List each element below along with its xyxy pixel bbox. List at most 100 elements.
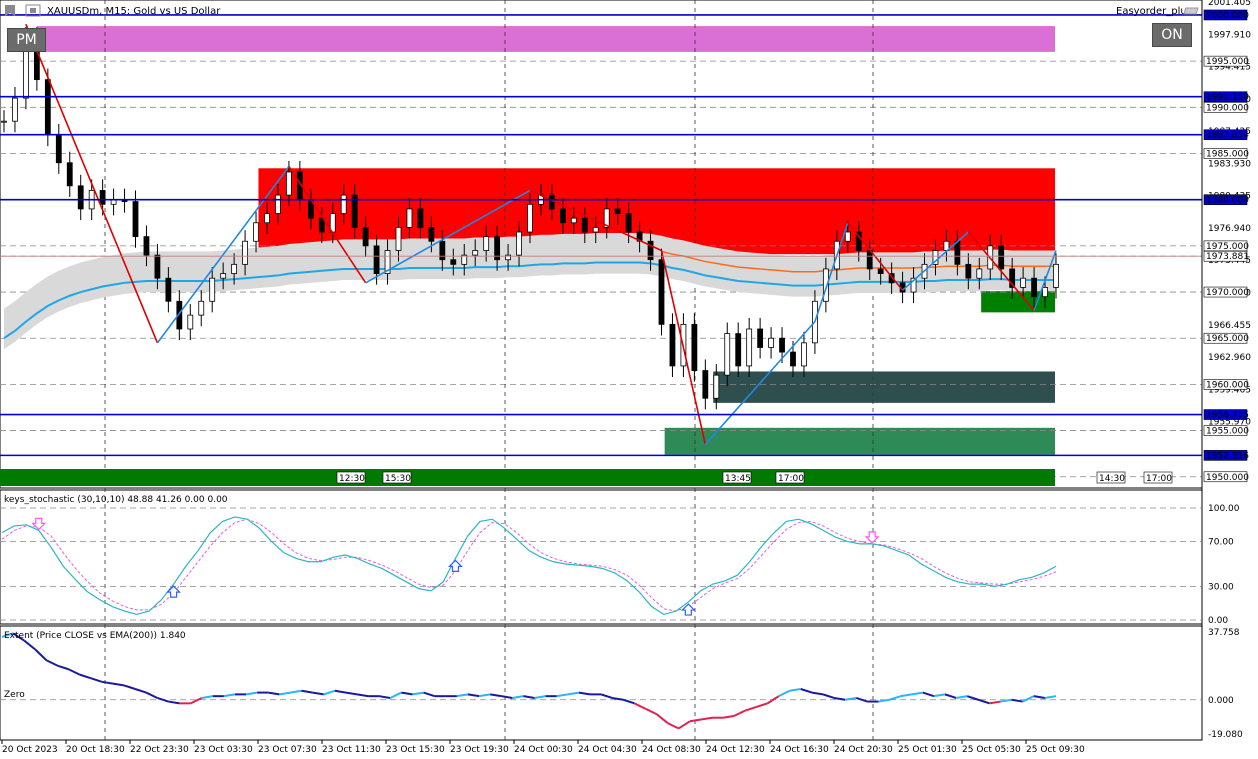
on-button[interactable]: ON xyxy=(1152,23,1192,47)
candle-body xyxy=(625,213,632,233)
candle-body xyxy=(998,245,1005,270)
price-level-tag: 1952.316 xyxy=(1206,451,1249,461)
main-price-panel xyxy=(0,0,1203,741)
candle-body xyxy=(286,171,292,196)
time-axis: 20 Oct 2023 20 Oct 18:30 22 Oct 23:30 23 Oc… xyxy=(1,740,1085,755)
price-level-tag: 1985.000 xyxy=(1206,150,1249,160)
candle-body xyxy=(12,97,18,122)
candle-body xyxy=(253,222,259,242)
candle-body xyxy=(220,273,227,279)
extent-y-tick: 0.000 xyxy=(1208,696,1234,706)
panel-frame-1 xyxy=(0,489,1203,625)
candle-body xyxy=(669,323,676,367)
x-tick-label: 25 Oct 01:30 xyxy=(898,745,957,755)
candle-body xyxy=(44,79,51,136)
price-level-tag: 1955.000 xyxy=(1206,427,1249,437)
candle-body xyxy=(99,190,106,205)
candle-body xyxy=(976,268,983,279)
candle-body xyxy=(844,231,851,242)
symbol-title: XAUUSDm, M15: Gold vs US Dollar xyxy=(47,6,221,17)
zone-dark xyxy=(713,371,1055,403)
candle-body xyxy=(877,268,884,274)
extent-y-tick: -19.080 xyxy=(1208,730,1243,740)
candle-body xyxy=(954,240,961,265)
session-tag: 17:00 xyxy=(1146,474,1172,484)
candle-body xyxy=(1031,277,1037,298)
stoch-y-tick: 100.00 xyxy=(1208,504,1240,514)
extent-y-tick: 37.758 xyxy=(1208,628,1240,638)
x-tick-label: 25 Oct 09:30 xyxy=(1026,745,1085,755)
y-tick-label: 1966.455 xyxy=(1208,321,1251,331)
x-tick-label: 24 Oct 08:30 xyxy=(642,745,701,755)
candle-body xyxy=(505,254,511,261)
pm-button[interactable]: PM xyxy=(7,28,46,52)
candle-body xyxy=(570,217,577,224)
session-tag: 12:30 xyxy=(339,474,365,484)
candle-body xyxy=(516,231,522,256)
candle-body xyxy=(231,263,238,274)
price-level-tag: 1995.000 xyxy=(1206,57,1249,67)
candle-body xyxy=(614,208,621,214)
price-level-tag: 1970.000 xyxy=(1206,288,1249,298)
x-tick-label: 24 Oct 16:30 xyxy=(770,745,829,755)
price-level-tag: 1990.000 xyxy=(1206,103,1249,113)
x-tick-label: 24 Oct 04:30 xyxy=(578,745,637,755)
price-level-tag: 1991.150 xyxy=(1206,93,1249,103)
candle-body xyxy=(702,370,709,399)
x-tick-label: 25 Oct 05:30 xyxy=(962,745,1021,755)
y-tick-label: 1983.930 xyxy=(1208,159,1251,169)
extent-title: Extent (Price CLOSE vs EMA(200)) 1.840 xyxy=(4,631,186,641)
x-tick-label: 23 Oct 07:30 xyxy=(258,745,317,755)
price-level-tag: 1987.034 xyxy=(1206,131,1249,141)
x-tick-label: 24 Oct 12:30 xyxy=(706,745,765,755)
candle-body xyxy=(406,208,413,228)
stoch-y-tick: 70.00 xyxy=(1208,538,1234,548)
x-tick-label: 23 Oct 19:30 xyxy=(450,745,509,755)
zero-label: Zero xyxy=(4,690,25,700)
candle-body xyxy=(527,203,533,233)
x-tick-label: 23 Oct 15:30 xyxy=(386,745,445,755)
price-level-tag: 1975.000 xyxy=(1206,242,1249,252)
candle-body xyxy=(757,328,764,348)
price-level-tag: 1973.881 xyxy=(1206,252,1249,262)
candle-body xyxy=(1,120,7,123)
y-tick-label: 2001.405 xyxy=(1208,0,1251,8)
candle-body xyxy=(242,240,248,265)
candle-body xyxy=(439,240,446,261)
candle-body xyxy=(55,134,62,164)
x-tick-label: 20 Oct 2023 xyxy=(2,745,58,755)
ea-smile-icon[interactable] xyxy=(1183,7,1199,15)
candle-body xyxy=(198,300,205,316)
candle-body xyxy=(209,277,216,302)
candle-body xyxy=(746,328,753,367)
candle-body xyxy=(581,217,588,233)
session-band xyxy=(0,469,1055,486)
stoch-y-tick: 30.00 xyxy=(1208,582,1234,592)
candle-body xyxy=(417,208,424,228)
stoch-y-tick: 0.00 xyxy=(1208,616,1228,626)
stoch-title: keys_stochastic (30,10,10) 48.88 41.26 0… xyxy=(4,495,228,505)
x-tick-label: 20 Oct 18:30 xyxy=(66,745,125,755)
candle-body xyxy=(724,333,731,376)
candle-body xyxy=(559,208,566,224)
y-tick-label: 1962.960 xyxy=(1208,353,1251,363)
x-tick-label: 23 Oct 11:30 xyxy=(322,745,381,755)
zone-green xyxy=(664,427,1055,455)
candle-body xyxy=(1020,277,1027,288)
candle-body xyxy=(483,236,490,251)
ea-name: Easyorder_plus xyxy=(1116,6,1192,17)
candle-body xyxy=(691,323,698,371)
candle-body xyxy=(143,236,150,256)
candle-body xyxy=(866,250,873,270)
chart-canvas: 12:30 15:30 13:45 17:00 14:30 17:00 2001.405 1… xyxy=(0,0,1251,755)
session-tag: 14:30 xyxy=(1099,474,1125,484)
candle-body xyxy=(735,333,742,367)
candle-body xyxy=(165,277,172,302)
candle-body xyxy=(965,263,972,279)
candle-body xyxy=(450,259,457,265)
bands-layer xyxy=(0,469,1055,486)
candle-body xyxy=(1042,287,1048,298)
candle-body xyxy=(132,201,139,238)
price-level-tag: 1980.000 xyxy=(1206,196,1249,206)
candle-body xyxy=(154,254,161,279)
